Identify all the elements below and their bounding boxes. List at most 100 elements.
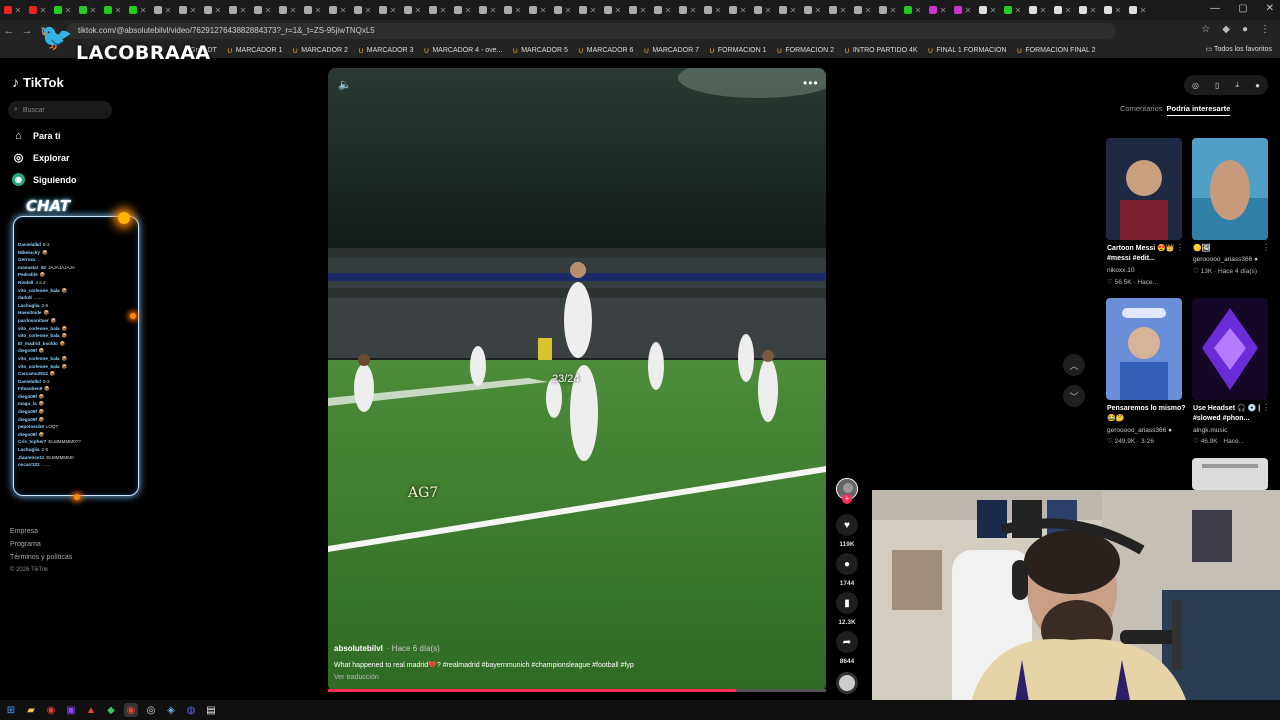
like-button[interactable]: ♥ [836,514,858,536]
tab-close-icon[interactable]: ✕ [1065,6,1072,15]
video-author[interactable]: absolutebilvl · Hace 6 día(s) [334,644,440,653]
extension-icon[interactable]: ◆ [1222,24,1230,35]
more-options-icon[interactable]: ⋮ [1176,243,1184,252]
suggested-video-title[interactable]: Use Headset 🎧 💿 | #slowed #phon... [1193,404,1273,424]
bookmark-item[interactable]: ∪ INTRO PARTIDO 4K [844,46,918,55]
suggested-video-thumb[interactable] [1106,298,1182,400]
browser-tab[interactable]: ✕ [750,3,775,17]
suggested-video-title[interactable]: Pensaremos lo mismo? 😂🤔 [1107,404,1187,424]
footer-terminos[interactable]: Términos y políticas [10,554,72,561]
browser-tab[interactable]: ✕ [650,3,675,17]
bookmark-item[interactable]: ∪ MARCADOR 4 - ove... [423,46,502,55]
suggested-video-author[interactable]: alngk.music [1193,427,1273,434]
minimize-icon[interactable]: — [1210,3,1220,14]
browser-tab[interactable]: ✕ [350,3,375,17]
tab-close-icon[interactable]: ✕ [1115,6,1122,15]
browser-tab[interactable]: ✕ [550,3,575,17]
tab-close-icon[interactable]: ✕ [15,6,22,15]
browser-tab[interactable]: ✕ [450,3,475,17]
chrome-icon[interactable]: ◉ [44,703,58,717]
browser-tab[interactable]: ✕ [300,3,325,17]
tab-close-icon[interactable]: ✕ [665,6,672,15]
bookmark-item[interactable]: ∪ FORMACION FINAL 2 [1017,46,1096,55]
close-icon[interactable]: ✕ [1266,3,1274,14]
tab-podria-interesarte[interactable]: Podría interesarte [1166,104,1231,116]
suggested-video-thumb[interactable] [1106,138,1182,240]
tiktok-logo[interactable]: ♪ TikTok [12,74,64,90]
comment-button[interactable]: ● [836,553,858,575]
download-icon[interactable]: ⤓ [1236,80,1240,90]
browser-tab[interactable]: ✕ [975,3,1000,17]
bookmark-item[interactable]: ∪ FORMACION 1 [709,46,766,55]
app-icon[interactable]: ▤ [204,703,218,717]
footer-empresa[interactable]: Empresa [10,528,38,535]
browser-tab[interactable]: ✕ [900,3,925,17]
tab-close-icon[interactable]: ✕ [540,6,547,15]
browser-tab[interactable]: ✕ [175,3,200,17]
bookmark-item[interactable]: ∪ MARCADOR 3 [358,46,414,55]
tab-close-icon[interactable]: ✕ [165,6,172,15]
app-icon[interactable]: ◆ [104,703,118,717]
profile-avatar-icon[interactable]: ● [1255,81,1260,90]
browser-tab[interactable]: ✕ [400,3,425,17]
twitch-icon[interactable]: ▣ [64,703,78,717]
tab-close-icon[interactable]: ✕ [790,6,797,15]
tab-close-icon[interactable]: ✕ [815,6,822,15]
tab-close-icon[interactable]: ✕ [490,6,497,15]
tab-close-icon[interactable]: ✕ [1040,6,1047,15]
browser-tab[interactable]: ✕ [1075,3,1100,17]
app-icon[interactable]: ◈ [164,703,178,717]
obs-icon[interactable]: ◎ [144,703,158,717]
more-options-icon[interactable]: ⋮ [1262,403,1270,412]
more-options-icon[interactable]: ⋮ [1262,243,1270,252]
back-icon[interactable]: ← [0,25,18,37]
next-video-button[interactable]: ﹀ [1063,385,1085,407]
browser-tab[interactable]: ✕ [325,3,350,17]
forward-icon[interactable]: → [18,25,36,37]
tab-close-icon[interactable]: ✕ [365,6,372,15]
browser-tab[interactable]: ✕ [1125,3,1150,17]
browser-tab[interactable]: ✕ [850,3,875,17]
chrome-icon[interactable]: ◉ [124,703,138,717]
tab-close-icon[interactable]: ✕ [740,6,747,15]
tab-close-icon[interactable]: ✕ [90,6,97,15]
suggested-video-author[interactable]: gerooooo_ariass366 ● [1193,256,1273,263]
sidebar-item-para-ti[interactable]: ⌂ Para ti [12,129,60,142]
tab-close-icon[interactable]: ✕ [415,6,422,15]
sidebar-item-explorar[interactable]: ◎ Explorar [12,151,70,164]
browser-tab[interactable]: ✕ [825,3,850,17]
browser-tab[interactable]: ✕ [925,3,950,17]
previous-video-button[interactable]: ︿ [1063,354,1085,376]
profile-icon[interactable]: ● [1242,24,1248,35]
suggested-video-thumb[interactable] [1192,458,1268,490]
follow-plus-icon[interactable]: + [842,494,852,504]
tab-close-icon[interactable]: ✕ [265,6,272,15]
browser-tab[interactable]: ✕ [200,3,225,17]
file-explorer-icon[interactable]: ▰ [24,703,38,717]
browser-tab[interactable]: ✕ [25,3,50,17]
tab-close-icon[interactable]: ✕ [965,6,972,15]
maximize-icon[interactable]: ▢ [1238,3,1247,14]
translate-link[interactable]: Ver traducción [334,674,379,681]
tab-close-icon[interactable]: ✕ [465,6,472,15]
browser-tab[interactable]: ✕ [525,3,550,17]
all-favorites[interactable]: ▭ Todos los favoritos [1206,45,1272,53]
suggested-video-thumb[interactable] [1192,138,1268,240]
tab-comentarios[interactable]: Comentarios [1120,104,1163,116]
bookmark-item[interactable]: ∪ FORMACION 2 [776,46,833,55]
tab-close-icon[interactable]: ✕ [140,6,147,15]
tab-close-icon[interactable]: ✕ [440,6,447,15]
tab-close-icon[interactable]: ✕ [1015,6,1022,15]
browser-tab[interactable]: ✕ [700,3,725,17]
browser-tab[interactable]: ✕ [675,3,700,17]
browser-tab[interactable]: ✕ [75,3,100,17]
url-input[interactable]: tiktok.com/@absolutebilvl/video/76291276… [66,23,1116,39]
browser-tab[interactable]: ✕ [725,3,750,17]
footer-programa[interactable]: Programa [10,541,41,548]
app-icon[interactable]: ▲ [84,703,98,717]
save-button[interactable]: ▮ [836,592,858,614]
compass-icon[interactable]: ◎ [1192,81,1199,90]
browser-tab[interactable]: ✕ [50,3,75,17]
browser-tab[interactable]: ✕ [625,3,650,17]
browser-tab[interactable]: ✕ [500,3,525,17]
